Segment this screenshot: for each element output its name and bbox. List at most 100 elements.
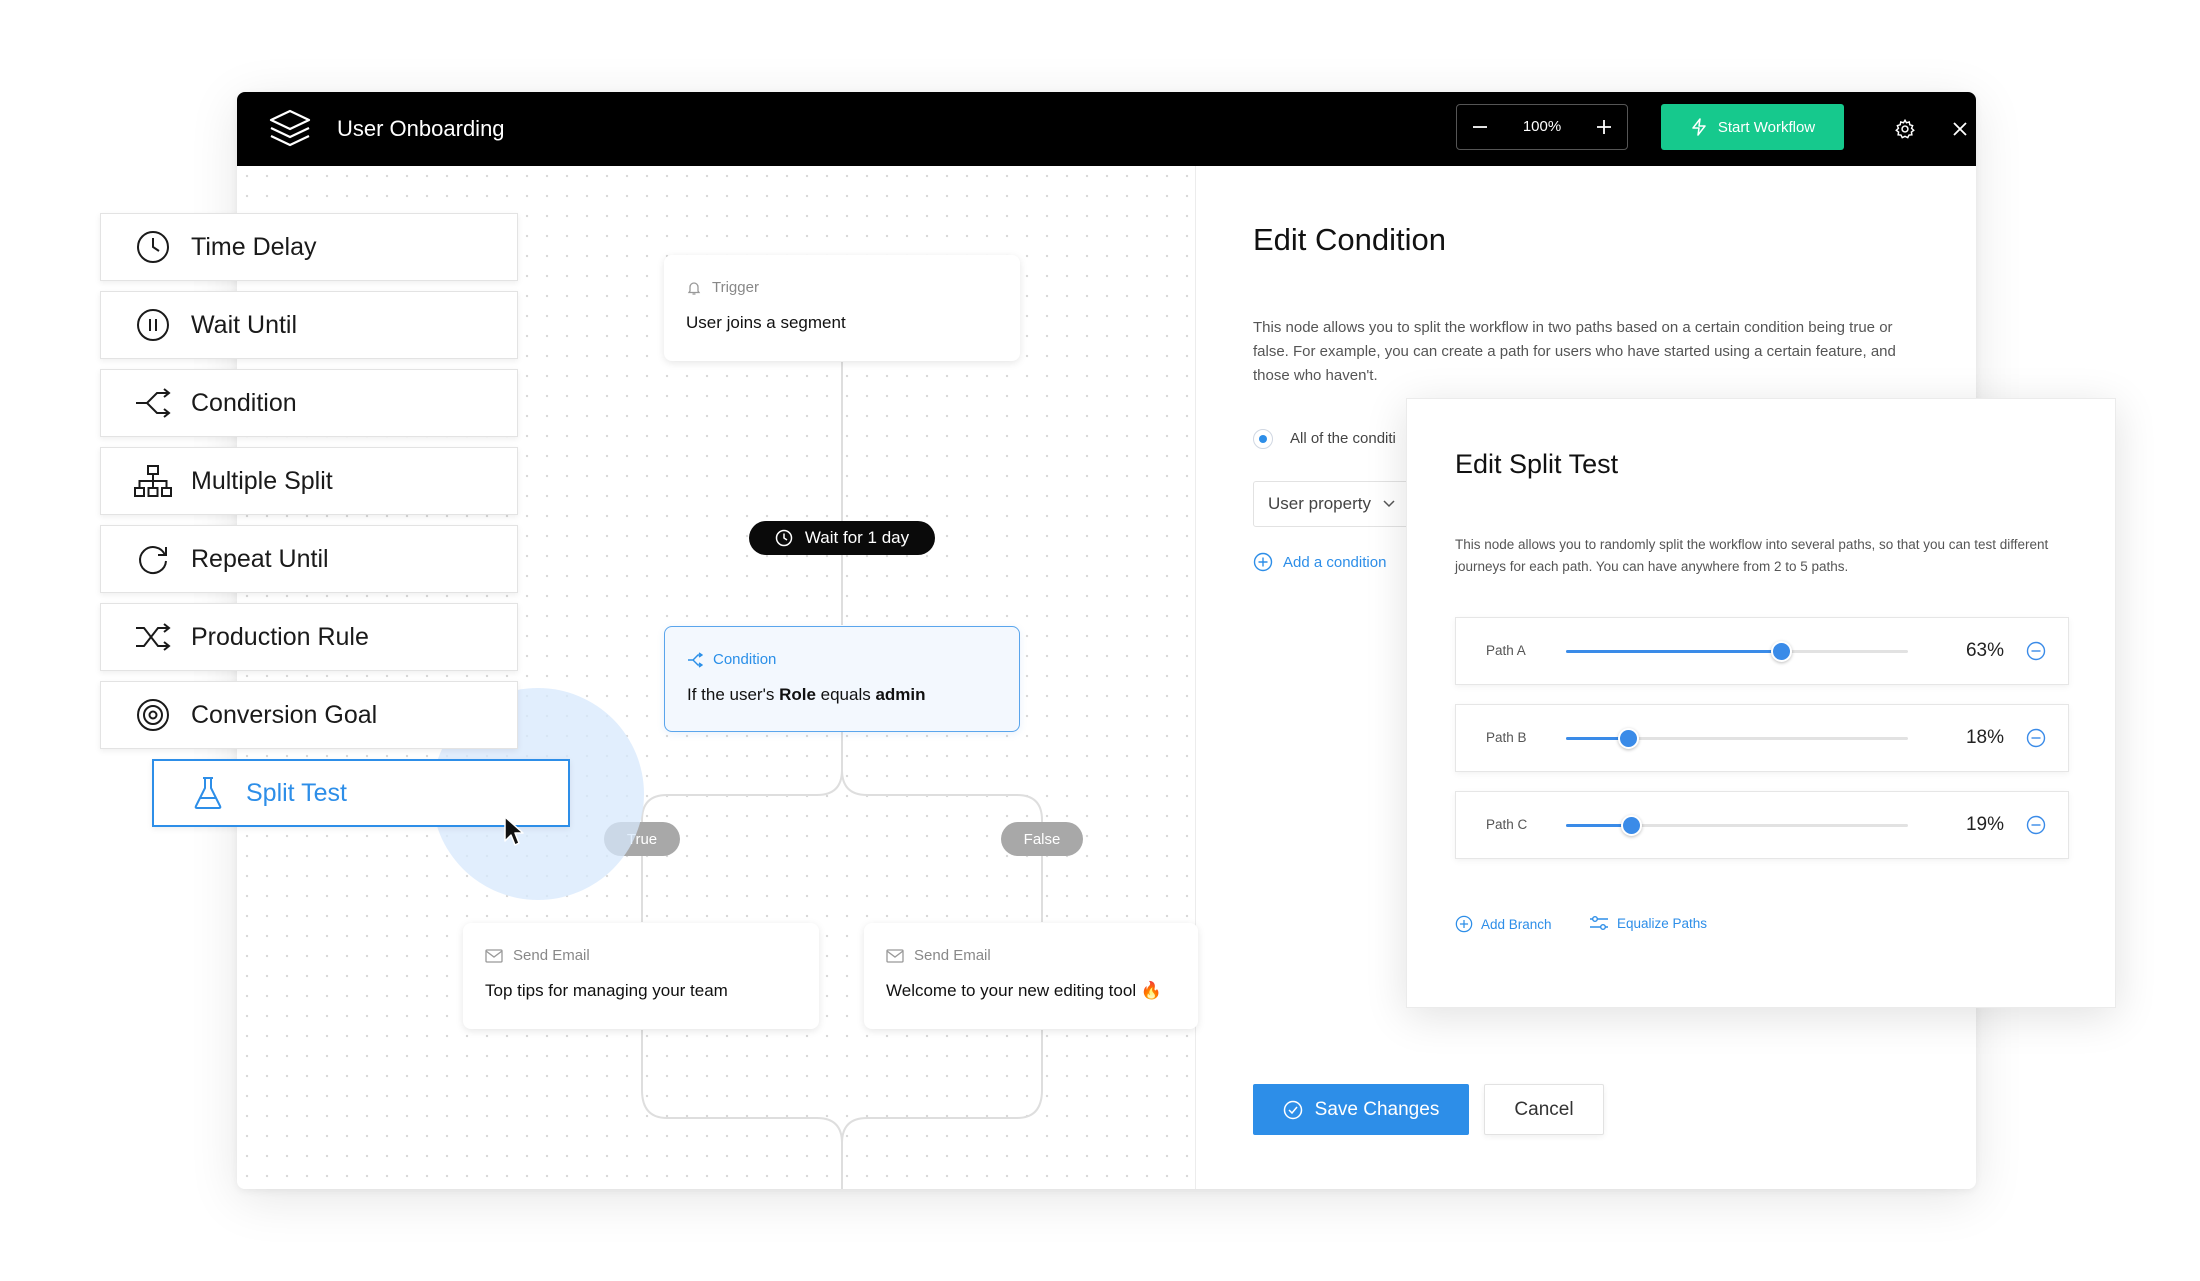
branch-icon — [688, 651, 703, 668]
send-email-node-left[interactable]: Send Email Top tips for managing your te… — [463, 923, 819, 1029]
close-icon — [1953, 122, 1967, 136]
mouse-pointer-icon — [504, 816, 524, 846]
condition-text-prefix: If the user's — [687, 685, 780, 704]
palette-item-condition[interactable]: Condition — [100, 369, 518, 437]
condition-role: Role — [779, 685, 816, 704]
layers-logo-icon — [269, 109, 311, 147]
clock-icon — [137, 231, 169, 263]
wait-text: Wait for 1 day — [804, 528, 910, 547]
remove-path-icon[interactable] — [2026, 815, 2046, 835]
path-label: Path C — [1486, 817, 1528, 832]
remove-path-icon[interactable] — [2026, 728, 2046, 748]
path-row-a: Path A 63% — [1455, 617, 2069, 685]
palette-item-conversion-goal[interactable]: Conversion Goal — [100, 681, 518, 749]
envelope-icon — [485, 948, 503, 963]
palette-item-multiple-split[interactable]: Multiple Split — [100, 447, 518, 515]
sliders-icon — [1590, 916, 1608, 930]
palette-label: Repeat Until — [191, 544, 329, 573]
save-changes-button[interactable]: Save Changes — [1253, 1084, 1469, 1135]
gear-icon — [1895, 118, 1915, 139]
palette-label: Multiple Split — [191, 466, 333, 495]
trigger-node[interactable]: Trigger User joins a segment — [664, 255, 1020, 361]
edit-split-test-dialog: Edit Split Test This node allows you to … — [1406, 398, 2116, 1008]
split-test-description: This node allows you to randomly split t… — [1455, 537, 2049, 574]
all-conditions-label: All of the conditi — [1290, 430, 1396, 447]
add-condition-label: Add a condition — [1283, 553, 1387, 571]
chevron-down-icon — [1383, 500, 1395, 508]
palette-label: Production Rule — [191, 622, 369, 651]
edit-condition-title: Edit Condition — [1253, 222, 1447, 257]
path-row-c: Path C 19% — [1455, 791, 2069, 859]
path-slider[interactable] — [1566, 641, 1908, 662]
target-icon — [137, 699, 169, 731]
all-conditions-radio[interactable] — [1253, 429, 1273, 449]
condition-text: If the user's Role equals admin — [687, 685, 926, 705]
email-right-text: Welcome to your new editing tool 🔥 — [886, 981, 1162, 1000]
email-left-type-label: Send Email — [513, 947, 590, 964]
path-slider[interactable] — [1566, 728, 1908, 749]
start-workflow-button[interactable]: Start Workflow — [1661, 104, 1844, 150]
hierarchy-icon — [134, 465, 172, 497]
zoom-control: 100% — [1456, 104, 1628, 150]
add-branch-link[interactable]: Add Branch — [1455, 915, 1552, 933]
path-row-b: Path B 18% — [1455, 704, 2069, 772]
wait-node[interactable]: Wait for 1 day — [749, 521, 935, 555]
palette-label: Conversion Goal — [191, 700, 378, 729]
close-button[interactable] — [1942, 111, 1976, 147]
email-node-type-right: Send Email — [886, 947, 991, 964]
app-title: User Onboarding — [337, 116, 505, 141]
flask-icon — [194, 777, 222, 809]
palette-label: Wait Until — [191, 310, 298, 339]
slider-fill — [1566, 650, 1782, 653]
condition-node-type: Condition — [687, 651, 776, 668]
property-select[interactable]: User property — [1253, 481, 1413, 527]
plus-icon — [1597, 120, 1611, 134]
equalize-paths-label: Equalize Paths — [1617, 915, 1708, 931]
palette-label: Split Test — [246, 778, 347, 807]
path-label: Path B — [1486, 730, 1527, 745]
save-changes-label: Save Changes — [1314, 1098, 1440, 1120]
path-slider[interactable] — [1566, 815, 1908, 836]
palette-item-wait-until[interactable]: Wait Until — [100, 291, 518, 359]
split-test-title: Edit Split Test — [1455, 449, 1619, 479]
title-bar: User Onboarding 100% Start Workflow — [237, 92, 1976, 166]
zoom-in-button[interactable] — [1581, 105, 1627, 149]
condition-type-label: Condition — [713, 651, 777, 668]
path-percent: 18% — [1965, 727, 2004, 748]
plus-circle-icon — [1253, 552, 1273, 572]
slider-thumb[interactable] — [1771, 641, 1793, 662]
equalize-paths-link[interactable]: Equalize Paths — [1589, 915, 1707, 931]
zoom-level: 100% — [1522, 118, 1562, 135]
slider-thumb[interactable] — [1620, 815, 1642, 836]
property-select-value: User property — [1268, 494, 1371, 513]
send-email-node-right[interactable]: Send Email Welcome to your new editing t… — [864, 923, 1198, 1029]
palette-label: Time Delay — [191, 232, 317, 261]
email-left-text: Top tips for managing your team — [485, 981, 728, 1000]
palette-label: Condition — [191, 388, 297, 417]
path-percent: 63% — [1965, 640, 2004, 661]
settings-button[interactable] — [1887, 111, 1923, 147]
remove-path-icon[interactable] — [2026, 641, 2046, 661]
cancel-button[interactable]: Cancel — [1484, 1084, 1604, 1135]
condition-text-mid: equals — [815, 685, 876, 704]
slider-thumb[interactable] — [1617, 728, 1639, 749]
condition-node[interactable]: Condition If the user's Role equals admi… — [664, 626, 1020, 732]
trigger-type-label: Trigger — [712, 279, 759, 296]
trigger-text: User joins a segment — [686, 313, 846, 332]
palette-item-production-rule[interactable]: Production Rule — [100, 603, 518, 671]
palette-item-time-delay[interactable]: Time Delay — [100, 213, 518, 281]
lightning-icon — [1692, 118, 1706, 136]
condition-value: admin — [875, 685, 926, 704]
path-label: Path A — [1486, 643, 1526, 658]
branch-icon — [136, 388, 171, 418]
envelope-icon — [886, 948, 904, 963]
plus-circle-icon — [1455, 915, 1473, 933]
palette-item-repeat-until[interactable]: Repeat Until — [100, 525, 518, 593]
zoom-out-button[interactable] — [1457, 105, 1503, 149]
add-condition-link[interactable]: Add a condition — [1253, 552, 1386, 572]
trigger-node-type: Trigger — [686, 279, 759, 296]
email-right-type-label: Send Email — [914, 947, 991, 964]
minus-icon — [1473, 126, 1487, 128]
pause-circle-icon — [137, 309, 169, 341]
false-branch-label: False — [1001, 822, 1083, 856]
